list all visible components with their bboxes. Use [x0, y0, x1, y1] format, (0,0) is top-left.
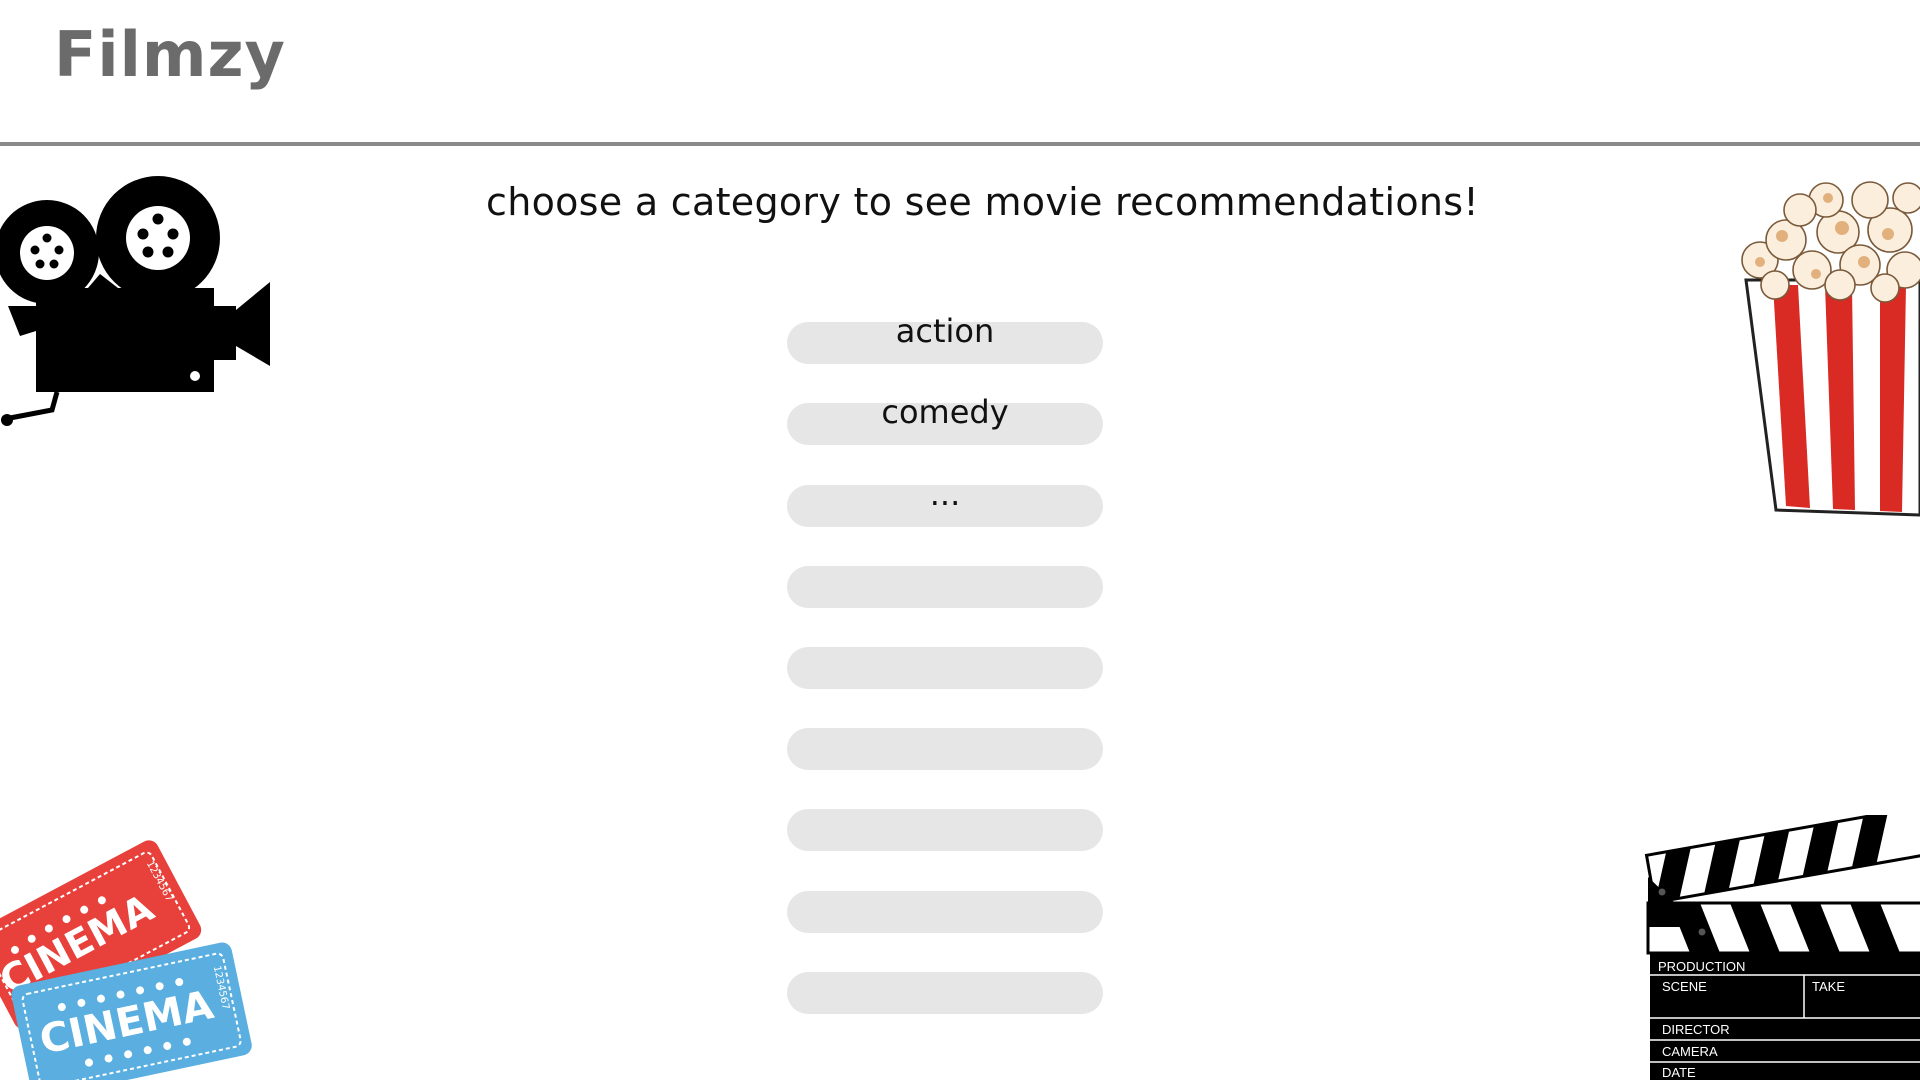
category-label: ... — [929, 475, 961, 513]
page-headline: choose a category to see movie recommend… — [486, 180, 1479, 224]
header: Filmzy — [0, 0, 1920, 144]
clapper-field-take: TAKE — [1812, 979, 1845, 994]
cinema-tickets-icon: CINEMA 1234567 CINEMA 1234567 — [0, 835, 260, 1080]
movie-camera-icon — [0, 176, 275, 431]
category-button-action[interactable]: action — [787, 312, 1103, 364]
clapper-field-scene: SCENE — [1662, 979, 1707, 994]
category-button[interactable] — [787, 647, 1103, 689]
app-logo[interactable]: Filmzy — [54, 18, 286, 91]
clapper-field-director: DIRECTOR — [1662, 1022, 1730, 1037]
category-button[interactable] — [787, 891, 1103, 933]
clapper-field-camera: CAMERA — [1662, 1044, 1718, 1059]
clapper-field-date: DATE — [1662, 1065, 1696, 1080]
category-button[interactable] — [787, 972, 1103, 1014]
category-label: action — [895, 312, 995, 350]
category-button[interactable] — [787, 566, 1103, 608]
category-button[interactable] — [787, 809, 1103, 851]
clapperboard-icon: PRODUCTION SCENE TAKE DIRECTOR CAMERA DA… — [1640, 815, 1920, 1080]
clapper-field-production: PRODUCTION — [1658, 959, 1745, 974]
category-button-comedy[interactable]: comedy — [787, 393, 1103, 445]
category-label: comedy — [881, 393, 1009, 431]
popcorn-bucket-icon — [1730, 170, 1920, 520]
category-button[interactable] — [787, 728, 1103, 770]
category-button-more[interactable]: ... — [787, 475, 1103, 527]
header-divider — [0, 142, 1920, 146]
